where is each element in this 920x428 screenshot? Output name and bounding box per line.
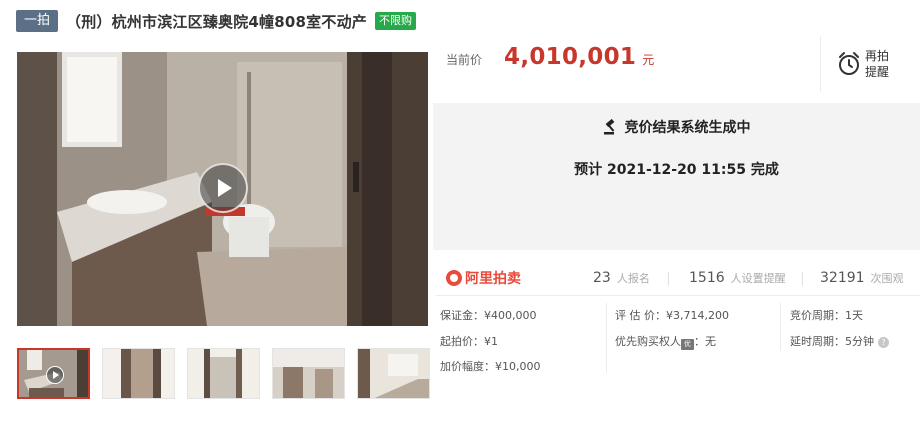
priority-buyer-label: 优先购买权人: [615, 335, 681, 348]
delay-cycle-text: 延时周期：5分钟: [790, 335, 874, 348]
thumbnail-image: [188, 349, 259, 398]
column-divider: [780, 303, 781, 351]
ali-auction-logo: 阿里拍卖: [446, 268, 521, 288]
thumbnail-5[interactable]: [357, 348, 430, 399]
current-price-label: 当前价: [446, 53, 483, 67]
auction-round-badge: 一拍: [16, 10, 59, 32]
gavel-icon: [603, 119, 614, 135]
thumbnail-2[interactable]: [102, 348, 175, 399]
thumbnail-strip: [17, 348, 430, 399]
title-row: 一拍 （刑）杭州市滨江区臻奥院4幢808室不动产 不限购: [16, 9, 416, 33]
priority-icon: 优: [681, 339, 694, 350]
stat-divider: [802, 272, 803, 286]
delay-cycle-info: 延时周期：5分钟?: [790, 333, 889, 349]
auction-status-panel: 竞价结果系统生成中 预计 2021-12-20 11:55 完成: [433, 103, 920, 250]
status-line-generating: 竞价结果系统生成中: [433, 117, 920, 137]
remind-label: 再拍提醒: [865, 49, 890, 79]
stat-views: 32191 次围观: [820, 270, 904, 286]
priority-buyer-value: ：无: [694, 335, 716, 348]
help-icon[interactable]: ?: [878, 337, 889, 348]
start-price-info: 起拍价：¥1: [440, 335, 498, 348]
thumbnail-image: [273, 349, 344, 398]
alarm-clock-icon: [839, 52, 859, 75]
thumbnail-1[interactable]: [17, 348, 90, 399]
ali-auction-logo-icon: [446, 270, 462, 286]
current-price-value: 4,010,001: [504, 44, 637, 70]
stat-number: 23: [593, 270, 611, 286]
stat-label: 人设置提醒: [730, 272, 786, 285]
status-expected-time: 预计 2021-12-20 11:55 完成: [574, 162, 779, 178]
play-icon: [218, 179, 232, 197]
stat-label: 次围观: [870, 272, 904, 285]
stat-number: 1516: [689, 270, 725, 286]
divider-line: [436, 295, 920, 296]
item-title: （刑）杭州市滨江区臻奥院4幢808室不动产: [66, 12, 367, 31]
play-video-button[interactable]: [198, 163, 248, 213]
re-auction-remind-button[interactable]: 再拍提醒: [820, 36, 920, 92]
stat-label: 人报名: [616, 272, 650, 285]
thumbnail-image: [103, 349, 174, 398]
priority-buyer-info: 优先购买权人优：无: [615, 333, 716, 350]
appraisal-info: 评 估 价：¥3,714,200: [615, 309, 729, 322]
status-text: 竞价结果系统生成中: [624, 120, 751, 136]
stat-reminders: 1516 人设置提醒: [689, 270, 786, 286]
main-photo-video[interactable]: [17, 52, 428, 326]
current-price-row: 当前价 4,010,001 元: [446, 44, 654, 70]
stat-registrants: 23 人报名: [593, 270, 650, 286]
ali-auction-logo-text: 阿里拍卖: [465, 271, 521, 287]
thumbnail-4[interactable]: [272, 348, 345, 399]
purchase-tag: 不限购: [374, 12, 416, 30]
thumbnail-image: [358, 349, 429, 398]
deposit-info: 保证金：¥400,000: [440, 309, 537, 322]
stat-number: 32191: [820, 270, 865, 286]
stat-divider: [668, 272, 669, 286]
column-divider: [606, 303, 607, 373]
stats-row: 阿里拍卖 23 人报名 1516 人设置提醒 32191 次围观: [446, 266, 920, 292]
thumbnail-3[interactable]: [187, 348, 260, 399]
price-unit: 元: [642, 53, 655, 67]
thumbnail-play-icon: [46, 366, 64, 384]
auction-cycle-info: 竞价周期：1天: [790, 309, 863, 322]
increment-info: 加价幅度：¥10,000: [440, 360, 541, 373]
